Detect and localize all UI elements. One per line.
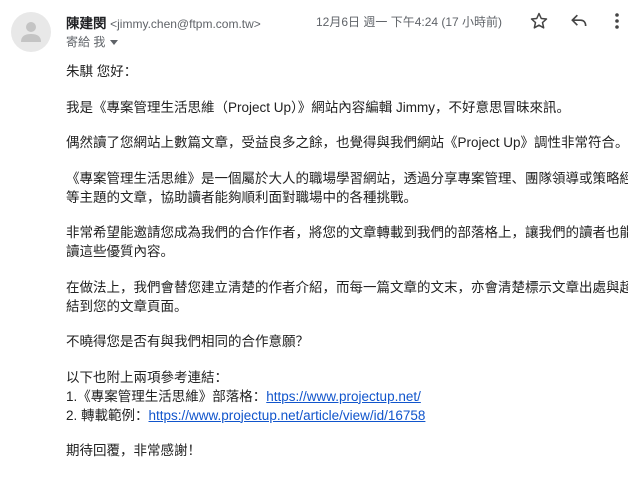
paragraph-invite: 非常希望能邀請您成為我們的合作作者，將您的文章轉載到我們的部落格上，讓我們的讀者… (66, 225, 628, 259)
recipient-label: 寄給 我 (66, 35, 106, 49)
reply-icon[interactable] (569, 11, 589, 36)
sender-email: <jimmy.chen@ftpm.com.tw> (110, 17, 261, 31)
person-icon (21, 22, 41, 42)
email-body: 朱騏 您好： 我是《專案管理生活思維（Project Up）》網站內容編輯 Ji… (66, 62, 628, 477)
paragraph-question: 不曉得您是否有與我們相同的合作意願？ (66, 334, 309, 349)
paragraph-method: 在做法上，我們會替您建立清楚的作者介紹，而每一篇文章的文末，亦會清楚標示文章出處… (66, 279, 628, 314)
sender-name[interactable]: 陳建閔 (66, 16, 107, 31)
sender-info: 陳建閔 <jimmy.chen@ftpm.com.tw> (66, 12, 261, 32)
reference-links: 以下也附上兩項參考連結： 1.《專案管理生活思維》部落格：https://www… (66, 369, 426, 423)
more-options-icon[interactable] (614, 11, 620, 36)
blog-link[interactable]: https://www.projectup.net/ (266, 389, 421, 404)
paragraph-reason: 偶然讀了您網站上數篇文章，受益良多之餘，也覺得與我們網站《Project Up》… (66, 135, 628, 150)
closing: 期待回覆，非常感謝！ (66, 443, 201, 458)
paragraph-intro: 我是《專案管理生活思維（Project Up）》網站內容編輯 Jimmy，不好意… (66, 99, 571, 115)
email-date: 12月6日 週一 下午4:24 (17 小時前) (316, 15, 503, 29)
sender-avatar[interactable] (11, 12, 51, 52)
recipient-details-toggle[interactable]: 寄給 我 (66, 33, 119, 50)
star-icon[interactable] (529, 11, 549, 36)
greeting: 朱騏 您好： (66, 64, 138, 79)
paragraph-about: 《專案管理生活思維》是一個屬於大人的職場學習網站，透過分享專案管理、團隊領導或策… (66, 170, 628, 205)
example-article-link[interactable]: https://www.projectup.net/article/view/i… (149, 408, 426, 423)
caret-down-icon (110, 40, 119, 46)
